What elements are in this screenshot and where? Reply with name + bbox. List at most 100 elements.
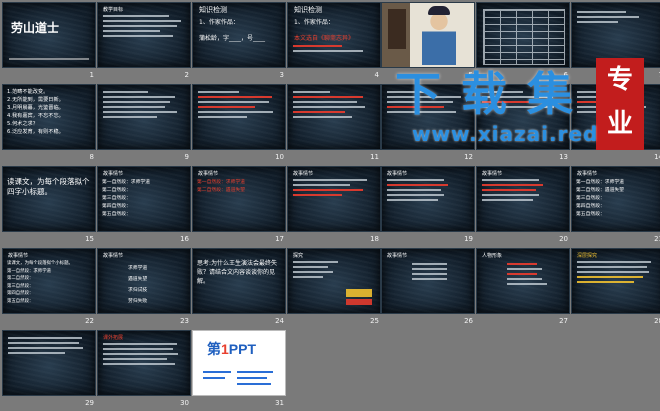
- slide-number: 10: [275, 153, 284, 161]
- watermark-url: www.xiazai.red: [412, 122, 599, 146]
- slide-title: 劳山道士: [11, 21, 60, 35]
- slide-preview: 深层探究: [571, 248, 660, 314]
- slide-number: 19: [464, 235, 473, 243]
- slide-thumbnail-2[interactable]: 教学目标 2: [97, 2, 191, 83]
- slide-preview: 故事情节 读课文，为每个段落拟个小标题。 第一自然段：求师学道 第二自然段： 第三自…: [2, 248, 96, 314]
- slide-heading: 故事情节: [103, 253, 124, 259]
- slide-preview: [97, 84, 191, 150]
- slide-heading: 故事情节: [577, 171, 598, 177]
- slide-number: 4: [374, 71, 379, 79]
- slide-preview: 劳山道士: [2, 2, 96, 68]
- slide-text: 第一自然段：求师学道 第二自然段：遇道失望 第三自然段： 第四自然段： 第五自然段：: [576, 180, 624, 217]
- slide-thumbnail-21[interactable]: 故事情节 第一自然段：求师学道 第二自然段：遇道失望 第三自然段： 第四自然段： 第…: [571, 166, 660, 247]
- slide-thumbnail-17[interactable]: 故事情节 第一自然段：求师学道 第二自然段：遇道失望 17: [192, 166, 286, 247]
- slide-preview: 1.范畴不能改变。 2.无所能到，需要日新。 3.月明晨暮，光鉴晋临。 4.我有嘉宾…: [2, 84, 96, 150]
- slide-preview: 第1PPT: [192, 330, 286, 396]
- slide-number: 1: [89, 71, 94, 79]
- slide-text: 思考:为什么王生演法会最终失败？请结合文内容谈谈你的见解。: [197, 260, 278, 285]
- slide-heading: 深层探究: [577, 253, 598, 259]
- slide-preview: 人物形象: [476, 248, 570, 314]
- slide-thumbnail-19[interactable]: 故事情节 19: [381, 166, 475, 247]
- slide-preview: 故事情节: [476, 166, 570, 232]
- slide-text: 读课文，为每个段落拟个四字小标题。: [7, 177, 90, 196]
- slide-number: 3: [279, 71, 284, 79]
- slide-thumbnail-8[interactable]: 1.范畴不能改变。 2.无所能到，需要日新。 3.月明晨暮，光鉴晋临。 4.我有嘉宾…: [2, 84, 96, 165]
- slide-text: 蒲松龄，字____，号____: [199, 35, 266, 42]
- slide-number: 9: [184, 153, 189, 161]
- slide-number: 14: [654, 153, 660, 161]
- slide-number: 11: [370, 153, 379, 161]
- slide-text: 本文选自《聊斋志异》: [294, 35, 355, 42]
- slide-thumbnail-24[interactable]: 思考:为什么王生演法会最终失败？请结合文内容谈谈你的见解。 24: [192, 248, 286, 329]
- slide-text: 第一自然段：求师学道 第二自然段： 第三自然段： 第四自然段： 第五自然段：: [102, 180, 150, 217]
- slide-number: 17: [275, 235, 284, 243]
- slide-thumbnail-9[interactable]: 9: [97, 84, 191, 165]
- slide-number: 27: [559, 317, 568, 325]
- slide-preview: 故事情节: [381, 166, 475, 232]
- slide-preview: 故事情节 第一自然段：求师学道 第二自然段：遇道失望: [192, 166, 286, 232]
- slide-thumbnail-10[interactable]: 10: [192, 84, 286, 165]
- slide-preview: [2, 330, 96, 396]
- slide-thumbnail-30[interactable]: 课外拓展 30: [97, 330, 191, 411]
- slide-heading: 课外拓展: [103, 335, 124, 341]
- slide-heading: 故事情节: [8, 253, 29, 259]
- slide-number: 2: [184, 71, 189, 79]
- slide-thumbnail-18[interactable]: 故事情节 18: [287, 166, 381, 247]
- slide-number: 20: [559, 235, 568, 243]
- slide-text: 1、作家作品：: [294, 19, 334, 26]
- slide-heading: 知识检测: [294, 6, 322, 14]
- slide-number: 12: [464, 153, 473, 161]
- slide-heading: 知识检测: [199, 6, 227, 14]
- slide-heading: 故事情节: [482, 171, 503, 177]
- slide-thumbnail-26[interactable]: 故事情节 26: [381, 248, 475, 329]
- slide-number: 22: [85, 317, 94, 325]
- watermark-seal: 专业: [596, 58, 644, 150]
- slide-text: 读课文，为每个段落拟个小标题。 第一自然段：求师学道 第二自然段： 第三自然段： 第…: [7, 261, 73, 304]
- slide-number: 31: [275, 399, 284, 407]
- slide-thumbnail-23[interactable]: 故事情节 求师学道 遇道失望 求归试技 劳归失败 23: [97, 248, 191, 329]
- slide-number: 24: [275, 317, 284, 325]
- slide-preview: 故事情节: [381, 248, 475, 314]
- slide-preview: [192, 84, 286, 150]
- slide-thumbnail-25[interactable]: 探究 25: [287, 248, 381, 329]
- slide-heading: 故事情节: [387, 171, 408, 177]
- slide-number: 18: [370, 235, 379, 243]
- slide-number: 26: [464, 317, 473, 325]
- slide-thumbnail-1[interactable]: 劳山道士 1: [2, 2, 96, 83]
- slide-preview: 知识检测 1、作家作品： 本文选自《聊斋志异》: [287, 2, 381, 68]
- slide-heading: 故事情节: [293, 171, 314, 177]
- slide-thumbnail-28[interactable]: 深层探究 28: [571, 248, 660, 329]
- slide-text: 求师学道 遇道失望 求归试技 劳归失败: [128, 266, 148, 304]
- slide-heading: 故事情节: [198, 171, 219, 177]
- brand-logo: 第1PPT: [207, 341, 257, 357]
- slide-text: 1.范畴不能改变。 2.无所能到，需要日新。 3.月明晨暮，光鉴晋临。 4.我有嘉宾…: [7, 89, 64, 135]
- slide-thumbnail-11[interactable]: 11: [287, 84, 381, 165]
- slide-thumbnail-3[interactable]: 知识检测 1、作家作品： 蒲松龄，字____，号____ 3: [192, 2, 286, 83]
- slide-heading: 人物形象: [482, 253, 503, 259]
- slide-thumbnail-27[interactable]: 人物形象 27: [476, 248, 570, 329]
- slide-preview: 故事情节 第一自然段：求师学道 第二自然段：遇道失望 第三自然段： 第四自然段： 第…: [571, 166, 660, 232]
- slide-number: 28: [654, 317, 660, 325]
- slide-preview: 探究: [287, 248, 381, 314]
- slide-number: 16: [180, 235, 189, 243]
- slide-preview: 课外拓展: [97, 330, 191, 396]
- slide-thumbnail-16[interactable]: 故事情节 第一自然段：求师学道 第二自然段： 第三自然段： 第四自然段： 第五自然段…: [97, 166, 191, 247]
- slide-number: 8: [89, 153, 94, 161]
- slide-number: 23: [180, 317, 189, 325]
- slide-thumbnail-15[interactable]: 读课文，为每个段落拟个四字小标题。 15: [2, 166, 96, 247]
- slide-number: 15: [85, 235, 94, 243]
- slide-number: 25: [370, 317, 379, 325]
- slide-thumbnail-29[interactable]: 29: [2, 330, 96, 411]
- slide-thumbnail-22[interactable]: 故事情节 读课文，为每个段落拟个小标题。 第一自然段：求师学道 第二自然段： 第三自…: [2, 248, 96, 329]
- slide-thumbnail-20[interactable]: 故事情节 20: [476, 166, 570, 247]
- slide-thumbnail-4[interactable]: 知识检测 1、作家作品： 本文选自《聊斋志异》 4: [287, 2, 381, 83]
- slide-heading: 教学目标: [103, 7, 124, 13]
- slide-preview: 故事情节 第一自然段：求师学道 第二自然段： 第三自然段： 第四自然段： 第五自然段…: [97, 166, 191, 232]
- slide-heading: 故事情节: [103, 171, 124, 177]
- subtitle-line: [9, 58, 89, 60]
- slide-thumbnail-31[interactable]: 第1PPT 31: [192, 330, 286, 411]
- table-graphic: [483, 9, 565, 65]
- slide-heading: 故事情节: [387, 253, 408, 259]
- slide-preview: 故事情节 求师学道 遇道失望 求归试技 劳归失败: [97, 248, 191, 314]
- watermark-text: 下载集: [395, 67, 593, 121]
